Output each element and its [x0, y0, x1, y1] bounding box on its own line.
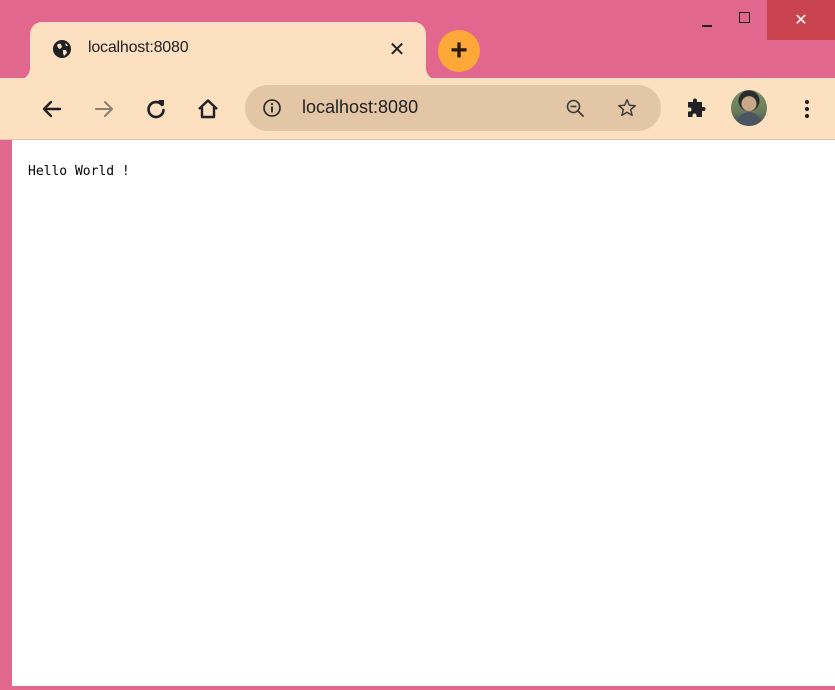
info-icon[interactable] — [262, 98, 282, 118]
forward-button[interactable] — [90, 95, 118, 123]
reload-icon — [147, 100, 165, 119]
browser-toolbar: localhost:8080 — [0, 78, 835, 140]
minimize-icon — [702, 25, 712, 27]
maximize-icon — [738, 11, 750, 23]
star-icon[interactable] — [616, 97, 638, 119]
minimize-button[interactable] — [690, 0, 724, 40]
back-arrow-icon — [42, 100, 62, 118]
avatar[interactable] — [731, 90, 767, 126]
page-body-text: Hello World ! — [28, 164, 130, 179]
forward-arrow-icon — [95, 101, 113, 117]
tab-title: localhost:8080 — [88, 39, 189, 56]
kebab-menu-icon[interactable] — [795, 97, 819, 121]
url-text[interactable]: localhost:8080 — [302, 97, 418, 118]
tab-localhost[interactable]: localhost:8080 ✕ — [30, 22, 426, 80]
tab-strip: localhost:8080 ✕ + ✕ — [0, 0, 835, 80]
zoom-out-icon[interactable] — [565, 98, 585, 118]
maximize-button[interactable] — [727, 0, 761, 40]
globe-icon — [52, 39, 72, 59]
home-button[interactable] — [194, 95, 222, 123]
back-button[interactable] — [38, 95, 66, 123]
home-icon — [198, 99, 218, 119]
reload-button[interactable] — [142, 95, 170, 123]
page-content: Hello World ! — [12, 140, 835, 686]
close-window-button[interactable]: ✕ — [767, 0, 835, 40]
browser-window: localhost:8080 ✕ + ✕ localhost:8080 Hell… — [0, 0, 835, 690]
close-icon: ✕ — [794, 12, 808, 29]
new-tab-button[interactable]: + — [438, 30, 480, 72]
puzzle-icon[interactable] — [684, 97, 708, 121]
tab-close-button[interactable]: ✕ — [386, 38, 408, 61]
address-bar[interactable]: localhost:8080 — [245, 85, 661, 131]
